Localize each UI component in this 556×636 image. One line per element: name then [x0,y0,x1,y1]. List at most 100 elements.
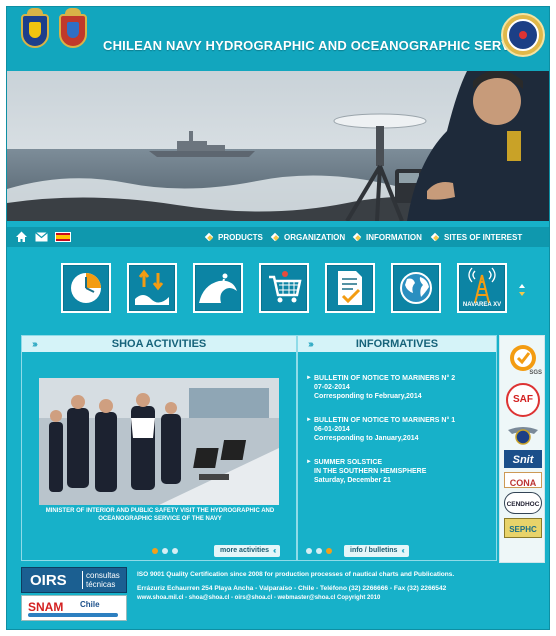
arrow-right-icon: ► [306,375,312,381]
diamond-bullet-icon [205,233,214,242]
nav-item-organization[interactable]: ORGANIZATION [271,231,345,244]
site-title: CHILEAN NAVY HYDROGRAPHIC AND OCEANOGRAP… [103,38,533,53]
shoa-crest-logo[interactable] [59,8,87,48]
informative-date: IN THE SOUTHERN HEMISPHERE [314,468,427,475]
informative-title: BULLETIN OF NOTICE TO MARINERS N° 1 [314,417,456,424]
certification-text: ISO 9001 Quality Certification since 200… [137,571,455,578]
partner-badges: SGS SAF Snit CONA CENDHOC SEPHC [499,335,545,563]
pager-dot[interactable] [162,548,168,554]
oirs-subtitle: consultas técnicas [82,571,120,589]
quick-links-strip: NAVAREA XV [7,257,549,319]
globe-icon [400,272,432,304]
nav-item-label: SITES OF INTEREST [444,233,523,242]
snam-link[interactable]: SNAM Chile [21,595,127,621]
navy-crest-logo[interactable] [21,8,49,48]
nav-item-information[interactable]: INFORMATION [353,231,422,244]
informative-note: Corresponding to January,2014 [314,435,419,442]
info-bulletins-label: info / bulletins [350,547,398,554]
quick-link-world[interactable] [391,263,441,313]
cendhoc-badge[interactable]: CENDHOC [504,492,542,514]
pager-dot[interactable] [316,548,322,554]
snam-logo-text: SNAM [28,600,64,614]
site-footer: OIRS consultas técnicas SNAM Chile ISO 9… [7,567,549,629]
pager-dot[interactable] [326,548,332,554]
diamond-bullet-icon [431,233,440,242]
sgs-label: SGS [529,370,542,376]
mail-icon[interactable] [35,232,48,242]
nav-item-sites-of-interest[interactable]: SITES OF INTEREST [431,231,522,244]
spain-flag-icon[interactable] [55,232,71,242]
quick-link-tides[interactable] [127,263,177,313]
oirs-subtitle-line-1: consultas [86,571,120,580]
activities-title: SHOA ACTIVITIES [111,338,207,350]
sgs-badge[interactable]: SGS [504,342,542,378]
shoa-seal-logo[interactable] [501,13,545,57]
activity-caption: MINISTER OF INTERIOR AND PUBLIC SAFETY V… [45,508,275,522]
quick-link-shop[interactable] [259,263,309,313]
contact-links[interactable]: www.shoa.mil.cl - shoa@shoa.cl - oirs@sh… [137,595,380,601]
site-header: CHILEAN NAVY HYDROGRAPHIC AND OCEANOGRAP… [7,7,549,71]
informative-note: Saturday, December 21 [314,477,391,484]
navarea-label: NAVAREA XV [462,302,502,308]
informative-date: 06-01-2014 [314,426,350,433]
tide-icon [135,269,169,305]
saf-label: SAF [513,394,533,405]
oirs-link[interactable]: OIRS consultas técnicas [21,567,127,593]
pager-dot[interactable] [152,548,158,554]
cart-icon [269,271,302,303]
informatives-pager [306,548,332,554]
sephc-badge[interactable]: SEPHC [504,518,542,538]
more-activities-label: more activities [220,547,270,554]
informatives-panel: ››› INFORMATIVES ► BULLETIN OF NOTICE TO… [297,335,497,561]
nav-item-label: ORGANIZATION [284,233,346,242]
informative-date: 07-02-2014 [314,384,350,391]
nav-item-products[interactable]: PRODUCTS [205,231,263,244]
arrow-right-icon: ► [306,417,312,423]
activities-panel: ››› SHOA ACTIVITIES MINISTER OF INTERIOR… [21,335,297,561]
hero-banner [7,71,549,221]
activities-pager [152,548,178,554]
pager-dot[interactable] [306,548,312,554]
address-text: Errázuriz Echaurren 254 Playa Ancha - Va… [137,585,447,592]
wave-icon [199,273,237,303]
informative-item[interactable]: ► BULLETIN OF NOTICE TO MARINERS N° 1 06… [306,416,490,443]
wave-decoration [28,613,118,617]
diamond-bullet-icon [353,233,362,242]
informative-title: SUMMER SOLSTICE [314,459,383,466]
cendhoc-label: CENDHOC [506,501,540,508]
informatives-panel-header: ››› INFORMATIVES [298,336,496,352]
informative-item[interactable]: ► SUMMER SOLSTICE IN THE SOUTHERN HEMISP… [306,458,490,485]
nav-item-label: INFORMATION [366,233,422,242]
home-icon[interactable] [15,230,28,243]
page: CHILEAN NAVY HYDROGRAPHIC AND OCEANOGRAP… [6,6,550,630]
informative-item[interactable]: ► BULLETIN OF NOTICE TO MARINERS N° 2 07… [306,374,490,401]
pager-dot[interactable] [172,548,178,554]
saf-badge[interactable]: SAF [504,382,542,418]
clock-icon [71,273,101,303]
oirs-logo-text: OIRS [30,572,67,589]
double-chevron-icon: ‹‹ [273,546,277,555]
activity-photo[interactable] [39,378,279,505]
quick-link-navarea[interactable]: NAVAREA XV [457,263,507,313]
snit-badge[interactable]: Snit [504,450,542,468]
arrow-right-icon: ► [306,459,312,465]
cona-badge[interactable]: CONA [504,472,542,488]
informatives-title: INFORMATIVES [355,338,439,350]
double-chevron-icon: ‹‹ [401,546,405,555]
oirs-subtitle-line-2: técnicas [86,580,116,589]
info-bulletins-button[interactable]: info / bulletins ‹‹ [344,545,409,557]
cona-label: CONA [509,478,537,488]
scroll-arrows-icon[interactable] [517,281,527,299]
quick-link-tide-clock[interactable] [61,263,111,313]
diamond-bullet-icon [271,233,280,242]
nav-item-label: PRODUCTS [218,233,263,242]
navy-emblem-badge[interactable] [504,422,542,448]
activities-panel-header: ››› SHOA ACTIVITIES [22,336,296,352]
snam-country-text: Chile [80,600,100,609]
quick-link-waves[interactable] [193,263,243,313]
snit-label: Snit [512,454,534,466]
quick-link-certificates[interactable] [325,263,375,313]
more-activities-button[interactable]: more activities ‹‹ [214,545,281,557]
document-check-icon [338,271,362,305]
sephc-label: SEPHC [509,525,537,534]
